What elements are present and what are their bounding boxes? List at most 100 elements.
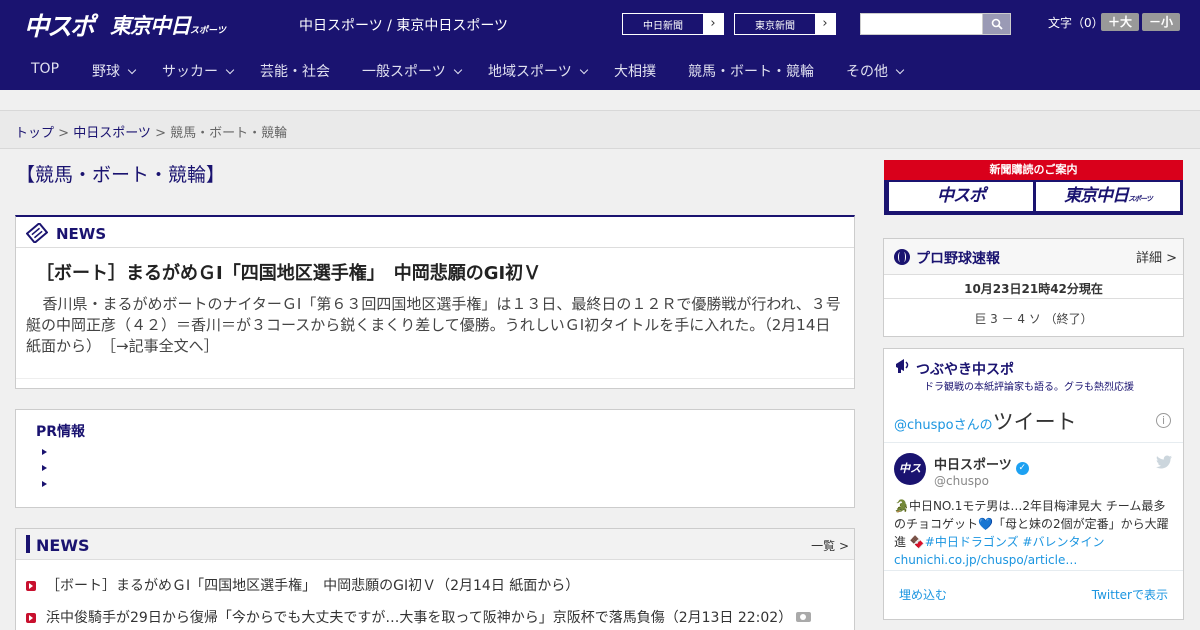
tweet-author-name[interactable]: 中日スポーツ ✓ <box>934 454 1029 475</box>
subscription-title: 新聞購読のご案内 <box>884 160 1183 180</box>
pro-baseball-score-box: プロ野球速報 詳細 > 10月23日21時42分現在 巨 3 － 4 ソ （終了… <box>883 238 1184 337</box>
breadcrumb-separator: > <box>150 126 171 141</box>
tweet-author-handle[interactable]: @chuspo <box>934 474 989 488</box>
chevron-right-icon: › <box>815 14 835 34</box>
score-title: プロ野球速報 <box>916 251 1000 267</box>
search-input[interactable] <box>860 13 983 35</box>
nav-item-label: 一般スポーツ <box>362 64 446 80</box>
news-list-box: NEWS 一覧 > ［ボート］まるがめＧⅠ「四国地区選手権」 中岡悲願のGI初Ｖ… <box>15 528 855 630</box>
font-size-increase-button[interactable]: ＋大 <box>1101 13 1139 31</box>
tokyo-chunichi-subscribe-logo[interactable]: 東京中日スポーツ <box>1036 182 1180 211</box>
ext-link-label: 東京新聞 <box>755 21 795 32</box>
font-size-label: 文字（0） <box>1048 16 1104 30</box>
view-on-twitter-link[interactable]: Twitterで表示 <box>1092 586 1168 603</box>
news-list-more-link[interactable]: 一覧 > <box>811 537 849 554</box>
pr-title: PR情報 <box>36 424 86 440</box>
verified-icon: ✓ <box>1015 462 1029 475</box>
score-detail-link[interactable]: 詳細 > <box>1136 247 1177 266</box>
nav-item-other[interactable]: その他 <box>846 61 905 81</box>
chevron-down-icon <box>453 65 462 75</box>
hashtag-link[interactable]: #中日ドラゴンズ <box>925 535 1019 549</box>
breadcrumb-current: 競馬・ボート・競輪 <box>170 126 288 141</box>
nav-item-general-sports[interactable]: 一般スポーツ <box>362 61 462 81</box>
nav-item-baseball[interactable]: 野球 <box>92 61 137 81</box>
game-result[interactable]: 巨 3 － 4 ソ （終了） <box>884 310 1183 327</box>
twitter-bird-icon[interactable] <box>1156 455 1173 469</box>
newspaper-icon <box>26 223 48 243</box>
nav-item-label: サッカー <box>162 64 218 80</box>
tokyo-shimbun-link[interactable]: 東京新聞 › <box>734 13 836 35</box>
breadcrumb-bar: トップ > 中日スポーツ > 競馬・ボート・競輪 <box>0 110 1200 149</box>
news-list-header: NEWS 一覧 > <box>16 529 854 560</box>
featured-news-box: NEWS ［ボート］まるがめＧⅠ「四国地区選手権」 中岡悲願のGI初Ｖ 香川県・… <box>15 215 855 389</box>
featured-article-title[interactable]: ［ボート］まるがめＧⅠ「四国地区選手権」 中岡悲願のGI初Ｖ <box>36 259 541 285</box>
tweet-user-link[interactable]: @chuspo <box>894 418 954 433</box>
chuspo-subscribe-logo[interactable]: 中スポ <box>889 182 1033 211</box>
chunichi-shimbun-link[interactable]: 中日新聞 › <box>622 13 724 35</box>
nav-item-local-sports[interactable]: 地域スポーツ <box>488 61 588 81</box>
camera-icon <box>796 612 812 622</box>
breadcrumb-chuspo-link[interactable]: 中日スポーツ <box>73 126 151 141</box>
chevron-down-icon <box>579 65 588 75</box>
chevron-down-icon <box>225 65 235 75</box>
embed-link[interactable]: 埋め込む <box>899 586 947 603</box>
twitter-widget: つぶやき中スポ ドラ観戦の本紙評論家も語る。グラも熱烈応援 @chuspoさんの… <box>883 348 1184 620</box>
tokyo-chunichi-logo-text: 東京中日 <box>1064 186 1129 206</box>
info-icon[interactable]: i <box>1156 413 1171 428</box>
score-timestamp: 10月23日21時42分現在 <box>964 282 1103 296</box>
divider <box>884 570 1183 571</box>
nav-item-label: その他 <box>846 64 888 80</box>
tweet-widget-subtitle: ドラ観戦の本紙評論家も語る。グラも熱烈応援 <box>924 382 1134 393</box>
nav-item-soccer[interactable]: サッカー <box>162 61 235 81</box>
featured-article-body[interactable]: 香川県・まるがめボートのナイターＧⅠ「第６３回四国地区選手権」は１３日、最終日の… <box>26 294 846 357</box>
nav-item-racing[interactable]: 競馬・ボート・競輪 <box>688 61 814 81</box>
nav-item-label: 芸能・社会 <box>260 64 330 80</box>
subscription-banner[interactable]: 新聞購読のご案内 中スポ 東京中日スポーツ <box>884 160 1183 215</box>
pr-bullet-icon <box>42 449 47 455</box>
hashtag-link[interactable]: #バレンタイン <box>1022 535 1104 549</box>
list-item[interactable]: ［ボート］まるがめＧⅠ「四国地区選手権」 中岡悲願のGI初Ｖ（2月14日 紙面か… <box>26 575 579 595</box>
divider <box>16 378 854 379</box>
megaphone-icon <box>896 359 909 373</box>
news-label: NEWS <box>56 225 107 243</box>
search-icon <box>991 18 1003 30</box>
search-button[interactable] <box>982 13 1011 35</box>
list-item[interactable]: 浜中俊騎手が29日から復帰「今からでも大丈夫ですが…大事を取って阪神から」京阪杯… <box>26 607 812 627</box>
tokyo-chunichi-logo-sub: スポーツ <box>190 26 226 36</box>
top-header: 中スポ 東京中日スポーツ 中日スポーツ / 東京中日スポーツ 中日新聞 › 東京… <box>0 0 1200 48</box>
header-accent-bar <box>26 535 30 553</box>
breadcrumb-separator: > <box>54 126 74 141</box>
chuspo-logo[interactable]: 中スポ <box>24 7 95 43</box>
main-nav: TOP 野球 サッカー 芸能・社会 一般スポーツ 地域スポーツ 大相撲 競馬・ボ… <box>0 48 1200 90</box>
nav-item-label: 大相撲 <box>614 64 656 80</box>
pr-box: PR情報 <box>15 409 855 508</box>
pr-bullet-icon <box>42 481 47 487</box>
list-item-text: ［ボート］まるがめＧⅠ「四国地区選手権」 中岡悲願のGI初Ｖ（2月14日 紙面か… <box>46 578 580 594</box>
chevron-right-icon: › <box>703 14 723 34</box>
tweet-article-link[interactable]: chunichi.co.jp/chuspo/article… <box>894 553 1077 567</box>
chevron-down-icon <box>895 65 905 75</box>
tweet-timeline-header: @chuspoさんのツイート <box>894 406 1077 436</box>
ext-link-label: 中日新聞 <box>643 21 683 32</box>
breadcrumb: トップ > 中日スポーツ > 競馬・ボート・競輪 <box>15 122 287 141</box>
tweet-header-label: ツイート <box>992 410 1077 434</box>
tweet-header-san: さんの <box>953 418 993 433</box>
breadcrumb-top-link[interactable]: トップ <box>15 126 54 141</box>
site-names: 中日スポーツ / 東京中日スポーツ <box>299 18 509 34</box>
nav-item-label: TOP <box>31 61 60 77</box>
nav-item-label: 地域スポーツ <box>488 64 572 80</box>
nav-item-top[interactable]: TOP <box>31 61 59 77</box>
nav-item-entertainment[interactable]: 芸能・社会 <box>260 61 330 81</box>
font-size-decrease-button[interactable]: －小 <box>1142 13 1180 31</box>
play-bullet-icon <box>26 613 36 623</box>
page-title: 【競馬・ボート・競輪】 <box>16 164 226 186</box>
tweet-text[interactable]: 🐊中日NO.1モテ男は…2年目梅津晃大 チーム最多のチョコゲット💙「母と妹の2個… <box>894 497 1176 569</box>
featured-news-header: NEWS <box>16 217 854 248</box>
divider <box>884 442 1183 443</box>
tweet-widget-title: つぶやき中スポ <box>916 362 1014 378</box>
list-item-text: 浜中俊騎手が29日から復帰「今からでも大丈夫ですが…大事を取って阪神から」京阪杯… <box>46 610 793 626</box>
nav-item-sumo[interactable]: 大相撲 <box>614 61 656 81</box>
tokyo-chunichi-logo[interactable]: 東京中日スポーツ <box>110 10 226 40</box>
play-bullet-icon <box>26 581 36 591</box>
avatar[interactable]: 中スポ <box>894 453 926 507</box>
